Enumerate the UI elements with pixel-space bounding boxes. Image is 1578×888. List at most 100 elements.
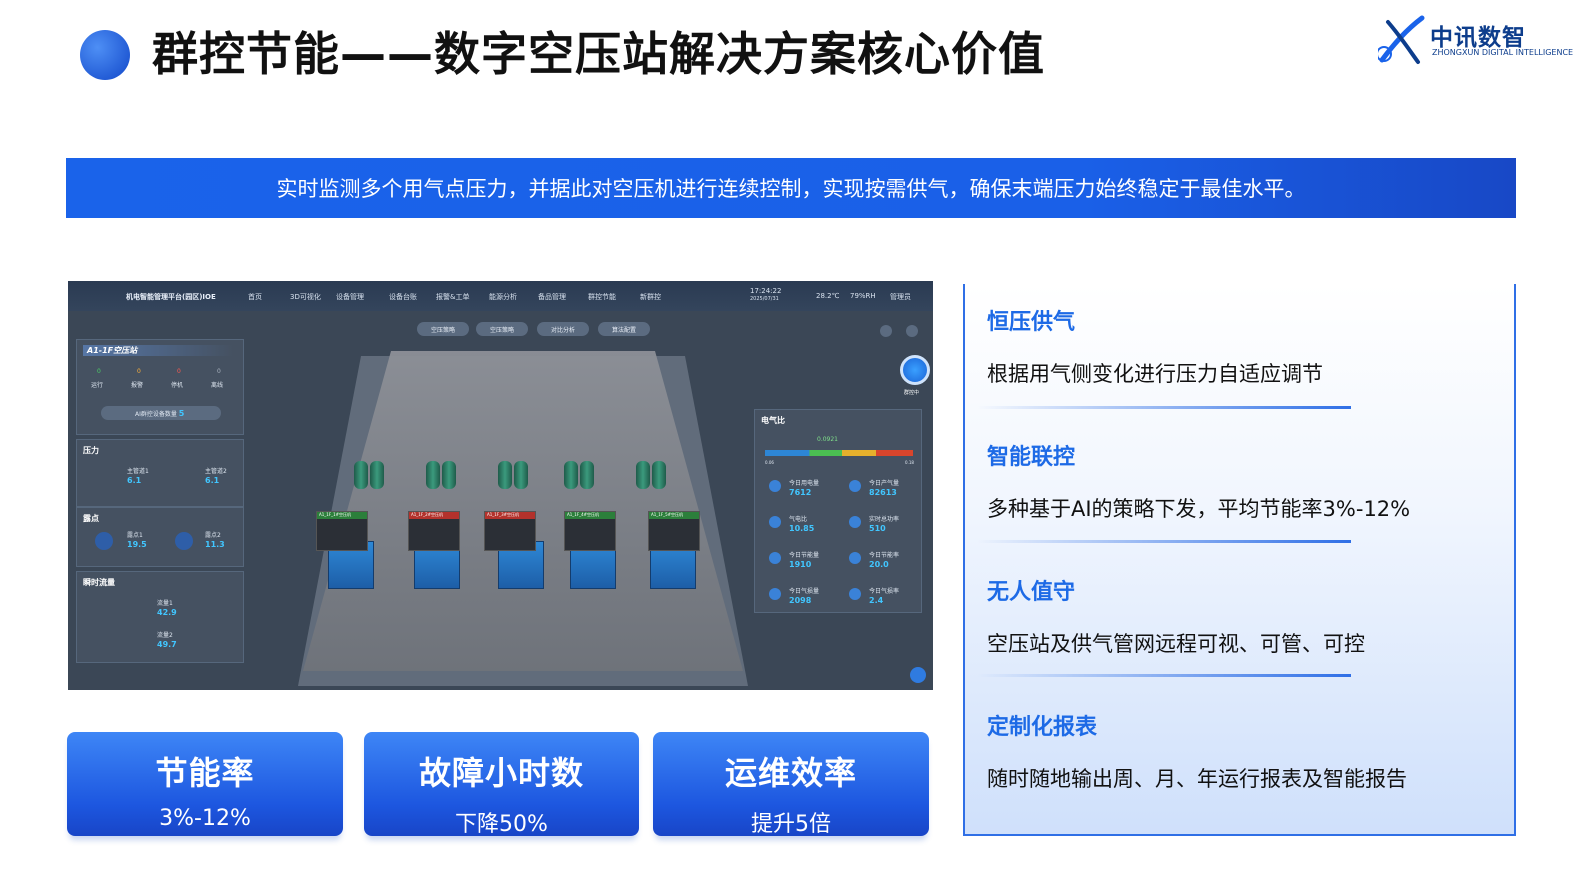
subtab[interactable]: 空压策略 [476, 322, 528, 336]
feature-divider [977, 674, 1351, 677]
station-title: A1-1F空压站 [83, 345, 233, 356]
compressor-card-title: A1_1F_2#空压机 [409, 512, 459, 519]
features-panel: 恒压供气 根据用气侧变化进行压力自适应调节 智能联控 多种基于AI的策略下发，平… [963, 284, 1516, 836]
compressor-card-title: A1_1F_3#空压机 [485, 512, 535, 519]
metric-value: 2098 [789, 596, 812, 605]
pressure-label: 主管道1 [127, 468, 149, 475]
metric-icon [769, 480, 781, 492]
ratio-title: 电气比 [761, 416, 785, 425]
kpi-card: 节能率 3%-12% [67, 732, 343, 836]
metric-value: 82613 [869, 488, 897, 497]
logo-subtext: ZHONGXUN DIGITAL INTELLIGENCE [1432, 48, 1574, 57]
dewpoint-value: 19.5 [127, 540, 147, 549]
nav-item[interactable]: 设备管理 [336, 292, 364, 302]
ai-device-label: AI群控设备数量 [135, 411, 177, 418]
feature-title: 无人值守 [987, 580, 1076, 605]
flow-value: 49.7 [157, 640, 177, 649]
platform-screenshot: 机电智能管理平台(园区)IOE 首页 3D可视化 设备管理 设备台账 报警&工单… [68, 281, 933, 690]
air-tank [636, 461, 650, 489]
title-bullet-icon [80, 30, 130, 80]
metric-label: 今日用电量 [789, 480, 820, 487]
metric-icon [769, 516, 781, 528]
stat-value: 0 [217, 368, 221, 375]
metric-value: 1910 [789, 560, 812, 569]
kpi-title: 运维效率 [724, 754, 857, 792]
assistant-icon[interactable] [910, 667, 926, 683]
feature-title: 智能联控 [987, 445, 1076, 470]
dewpoint-label: 露点2 [205, 532, 221, 539]
kpi-value: 提升5倍 [751, 812, 831, 837]
summary-banner: 实时监测多个用气点压力，并据此对空压机进行连续控制，实现按需供气，确保末端压力始… [66, 158, 1516, 218]
nav-item[interactable]: 首页 [248, 292, 262, 302]
feature-title: 定制化报表 [987, 715, 1098, 740]
feature-divider [977, 540, 1351, 543]
pressure-title: 压力 [83, 446, 99, 455]
company-logo: 中讯数智 ZHONGXUN DIGITAL INTELLIGENCE [1378, 14, 1573, 70]
dewpoint-value: 11.3 [205, 540, 225, 549]
metric-icon [849, 552, 861, 564]
compressor-card[interactable]: A1_1F_2#空压机 [408, 511, 460, 551]
compressor-card[interactable]: A1_1F_3#空压机 [484, 511, 536, 551]
compressor-card[interactable]: A1_1F_1#空压机 [316, 511, 368, 551]
feature-title: 恒压供气 [987, 310, 1076, 335]
group-control-button[interactable] [900, 355, 930, 385]
station-panel: A1-1F空压站 0 运行 0 报警 0 停机 0 离线 AI群控设备数量 5 [76, 339, 244, 435]
subtab[interactable]: 对比分析 [537, 322, 589, 336]
ai-device-value: 5 [178, 409, 185, 418]
dewpoint-panel: 露点 露点1 19.5 露点2 11.3 [76, 507, 244, 567]
compressor-card[interactable]: A1_1F_4#空压机 [564, 511, 616, 551]
feature-divider [977, 406, 1351, 409]
logo-x-icon [1378, 15, 1425, 64]
compressor-card[interactable]: A1_1F_5#空压机 [648, 511, 700, 551]
kpi-title: 故障小时数 [418, 754, 584, 792]
metric-label: 今日气损量 [789, 588, 820, 595]
group-control-label: 群控中 [904, 390, 920, 396]
ratio-panel: 电气比 0.0921 0.06 0.18 今日用电量 7612 今日产气量 82… [754, 409, 922, 613]
calendar-icon[interactable] [880, 325, 892, 337]
compressor-card-title: A1_1F_1#空压机 [317, 512, 367, 519]
nav-item[interactable]: 报警&工单 [436, 292, 469, 302]
dewpoint-label: 露点1 [127, 532, 143, 539]
air-tank [354, 461, 368, 489]
pressure-label: 主管道2 [205, 468, 227, 475]
air-tank [564, 461, 578, 489]
platform-brand: 机电智能管理平台(园区)IOE [126, 293, 216, 301]
nav-item[interactable]: 新群控 [640, 292, 661, 302]
metric-value: 10.85 [789, 524, 815, 533]
kpi-title: 节能率 [155, 754, 255, 792]
feature-item: 无人值守 空压站及供气管网远程可视、可管、可控 [987, 574, 1365, 658]
compressor-card-title: A1_1F_4#空压机 [565, 512, 615, 519]
flow-title: 瞬时流量 [83, 578, 115, 587]
pressure-value: 6.1 [127, 476, 142, 485]
stat-label: 运行 [91, 382, 104, 389]
air-tank [370, 461, 384, 489]
metric-label: 今日节能率 [869, 552, 900, 559]
metric-value: 510 [869, 524, 886, 533]
air-tank [498, 461, 512, 489]
flow-label: 流量2 [157, 632, 173, 639]
nav-item[interactable]: 能源分析 [489, 292, 517, 302]
air-tank [580, 461, 594, 489]
kpi-card: 故障小时数 下降50% [364, 732, 639, 837]
clock-date: 2025/07/31 [750, 296, 779, 302]
metric-icon [769, 588, 781, 600]
platform-topbar: 机电智能管理平台(园区)IOE 首页 3D可视化 设备管理 设备台账 报警&工单… [68, 281, 933, 311]
metric-label: 今日节能量 [789, 552, 820, 559]
stat-label: 停机 [171, 382, 184, 389]
subtab[interactable]: 空压策略 [417, 322, 469, 336]
metric-label: 今日气损率 [869, 588, 900, 595]
nav-item[interactable]: 群控节能 [588, 292, 616, 302]
ratio-scale-start: 0.06 [765, 460, 774, 465]
clock-time: 17:24:22 [750, 287, 782, 295]
subtab[interactable]: 算法配置 [598, 322, 650, 336]
feature-item: 智能联控 多种基于AI的策略下发，平均节能率3%-12% [987, 439, 1410, 523]
user-menu[interactable]: 管理员 [890, 292, 911, 302]
metric-icon [849, 588, 861, 600]
nav-item[interactable]: 备品管理 [538, 292, 566, 302]
help-icon[interactable] [906, 325, 918, 337]
stat-value: 0 [97, 368, 101, 375]
nav-item[interactable]: 3D可视化 [290, 292, 321, 302]
feature-item: 恒压供气 根据用气侧变化进行压力自适应调节 [987, 304, 1323, 388]
nav-item[interactable]: 设备台账 [389, 292, 417, 302]
flow-panel: 瞬时流量 流量1 42.9 流量2 49.7 [76, 571, 244, 663]
